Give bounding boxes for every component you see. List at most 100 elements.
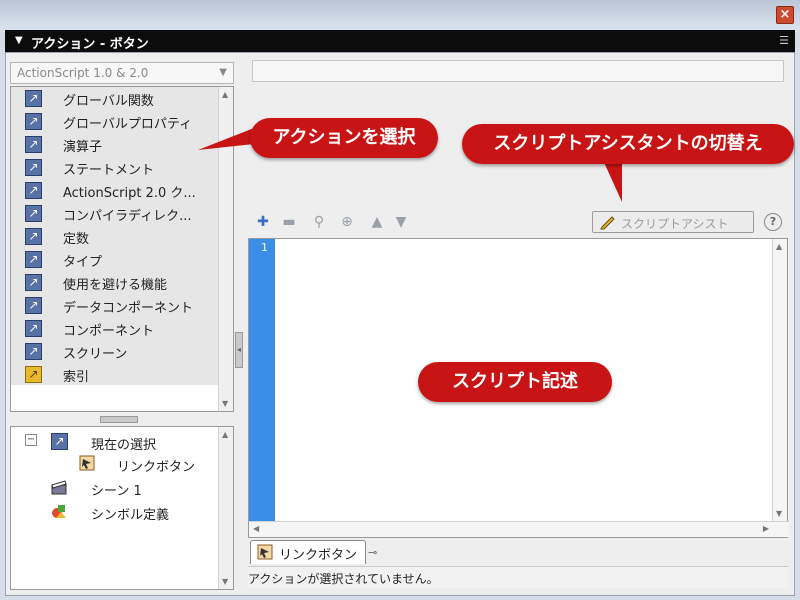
index-book-icon: ↗: [25, 366, 42, 383]
scroll-right-icon[interactable]: ▶: [763, 524, 769, 533]
scroll-down-icon[interactable]: ▼: [776, 509, 782, 518]
button-symbol-icon: [79, 455, 95, 471]
book-icon: ↗: [25, 113, 42, 130]
toolbox-item-global-properties[interactable]: ↗ グローバルプロパティ: [11, 110, 219, 133]
close-icon[interactable]: ×: [776, 6, 794, 24]
script-tabs: リンクボタン ⊸: [248, 540, 788, 564]
help-icon[interactable]: ?: [764, 213, 782, 231]
pin-script-icon[interactable]: ⊸: [368, 546, 377, 559]
toolbox-item-statements[interactable]: ↗ ステートメント: [11, 156, 219, 179]
toolbox-list: ↗ グローバル関数 ↗ グローバルプロパティ ↗ 演算子 ↗ ステートメント ↗…: [11, 87, 219, 385]
toolbox-item-label: スクリーン: [63, 347, 128, 362]
toolbox-item-global-functions[interactable]: ↗ グローバル関数: [11, 87, 219, 110]
book-icon: ↗: [25, 251, 42, 268]
panel-header[interactable]: ▼ アクション - ボタン ☰: [5, 30, 795, 52]
toolbox-item-label: 使用を避ける機能: [63, 278, 168, 293]
status-text: アクションが選択されていません。: [248, 572, 439, 586]
panel-title: アクション - ボタン: [31, 37, 149, 52]
version-select-value: ActionScript 1.0 & 2.0: [17, 66, 149, 80]
scroll-up-icon[interactable]: ▲: [222, 430, 228, 439]
tree-collapse-icon[interactable]: −: [25, 434, 37, 446]
scene-clapper-icon: [51, 480, 67, 495]
parameter-field[interactable]: [252, 60, 784, 82]
toolbox-item-label: 定数: [63, 232, 90, 247]
scroll-down-icon[interactable]: ▼: [222, 577, 228, 586]
tab-label: リンクボタン: [279, 548, 358, 563]
pencil-icon: [600, 216, 615, 230]
target-path-icon[interactable]: ⊕: [338, 213, 356, 231]
book-icon: ↗: [25, 205, 42, 222]
toolbox-item-label: データコンポーネント: [63, 301, 194, 316]
nav-item-current-selection[interactable]: − ↗ 現在の選択: [11, 431, 219, 453]
scroll-down-icon[interactable]: ▼: [222, 399, 228, 408]
move-up-icon[interactable]: ▲: [368, 213, 386, 231]
toolbox-item-label: コンポーネント: [63, 324, 155, 339]
toolbox-item-index[interactable]: ↗ 索引: [11, 363, 219, 386]
book-icon: ↗: [25, 320, 42, 337]
toolbox-item-label: タイプ: [63, 255, 103, 270]
nav-label: 現在の選択: [91, 438, 157, 453]
status-bar: アクションが選択されていません。: [248, 566, 788, 588]
script-toolbar: ✚ ▬ ⚲ ⊕ ▲ ▼ スクリプトアシスト ?: [248, 208, 788, 236]
toolbox-item-components[interactable]: ↗ コンポーネント: [11, 317, 219, 340]
nav-label: シンボル定義: [91, 508, 170, 523]
scroll-up-icon[interactable]: ▲: [222, 90, 228, 99]
editor-horizontal-scrollbar[interactable]: ◀ ▶: [249, 521, 789, 537]
book-icon: ↗: [25, 297, 42, 314]
toolbox-item-deprecated[interactable]: ↗ 使用を避ける機能: [11, 271, 219, 294]
toolbox-item-operators[interactable]: ↗ 演算子: [11, 133, 219, 156]
actionscript-version-select[interactable]: ActionScript 1.0 & 2.0 ▼: [10, 62, 234, 84]
script-assist-button[interactable]: スクリプトアシスト: [592, 211, 754, 233]
remove-item-icon[interactable]: ▬: [280, 213, 298, 231]
scroll-up-icon[interactable]: ▲: [776, 242, 782, 251]
callout-select-action: アクションを選択: [250, 118, 438, 158]
nav-item-symbol-defs[interactable]: シンボル定義: [11, 501, 219, 523]
book-icon: ↗: [25, 136, 42, 153]
nav-item-link-button[interactable]: リンクボタン: [11, 453, 219, 475]
nav-label: シーン 1: [91, 484, 142, 499]
book-icon: ↗: [25, 90, 42, 107]
book-icon: ↗: [25, 182, 42, 199]
toolbox-item-as2-classes[interactable]: ↗ ActionScript 2.0 ク...: [11, 179, 219, 202]
window-titlebar: ×: [0, 0, 800, 30]
toolbox-item-constants[interactable]: ↗ 定数: [11, 225, 219, 248]
panel-menu-icon[interactable]: ☰: [779, 34, 789, 47]
scroll-left-icon[interactable]: ◀: [253, 524, 259, 533]
book-icon: ↗: [25, 274, 42, 291]
find-icon[interactable]: ⚲: [310, 213, 328, 231]
script-assist-label: スクリプトアシスト: [621, 217, 729, 231]
toolbox-item-label: コンパイラディレク...: [63, 209, 192, 224]
button-symbol-icon: [257, 544, 273, 560]
toolbox-item-label: ActionScript 2.0 ク...: [63, 186, 196, 201]
callout-tail: [198, 128, 254, 150]
pane-splitter-horizontal[interactable]: [100, 416, 138, 423]
chevron-down-icon: ▼: [219, 67, 227, 78]
nav-item-scene[interactable]: シーン 1: [11, 477, 219, 499]
move-down-icon[interactable]: ▼: [392, 213, 410, 231]
callout-assist-toggle: スクリプトアシスタントの切替え: [462, 124, 794, 164]
nav-label: リンクボタン: [117, 460, 196, 475]
toolbox-item-types[interactable]: ↗ タイプ: [11, 248, 219, 271]
collapse-triangle-icon[interactable]: ▼: [15, 35, 23, 46]
toolbox-item-data-components[interactable]: ↗ データコンポーネント: [11, 294, 219, 317]
book-icon: ↗: [25, 159, 42, 176]
symbol-shapes-icon: [52, 505, 66, 518]
toolbox-item-label: 演算子: [63, 140, 103, 155]
toolbox-item-label: グローバルプロパティ: [63, 117, 193, 132]
navigator-scrollbar[interactable]: ▲ ▼: [218, 427, 233, 589]
toolbox-item-screens[interactable]: ↗ スクリーン: [11, 340, 219, 363]
toolbox-item-compiler-directives[interactable]: ↗ コンパイラディレク...: [11, 202, 219, 225]
toolbox-item-label: グローバル関数: [63, 94, 154, 109]
pane-collapse-handle[interactable]: ◂: [235, 332, 243, 368]
add-item-icon[interactable]: ✚: [254, 213, 272, 231]
line-number: 1: [261, 241, 268, 254]
book-icon: ↗: [25, 343, 42, 360]
tab-link-button[interactable]: リンクボタン: [250, 540, 366, 564]
toolbox-item-label: 索引: [63, 370, 90, 385]
line-number-gutter: 1: [249, 239, 275, 521]
book-icon: ↗: [51, 433, 68, 450]
editor-vertical-scrollbar[interactable]: ▲ ▼: [772, 239, 787, 521]
book-icon: ↗: [25, 228, 42, 245]
toolbox-item-label: ステートメント: [63, 163, 155, 178]
callout-script-write: スクリプト記述: [418, 362, 612, 402]
